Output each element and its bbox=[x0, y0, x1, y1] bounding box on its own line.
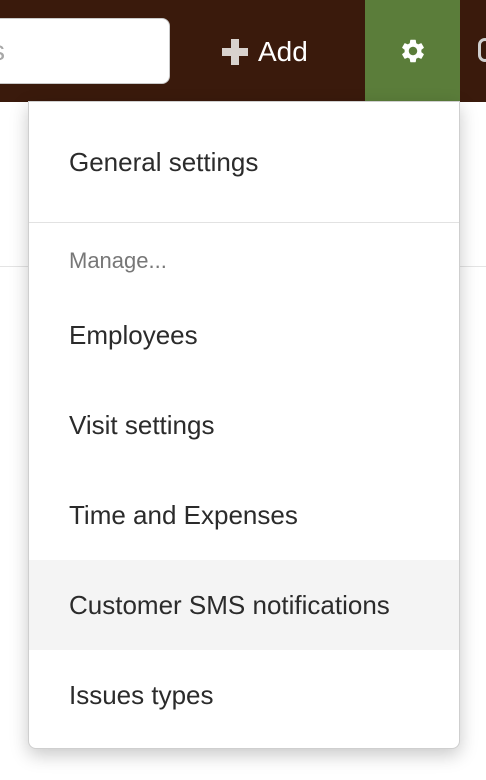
settings-dropdown-menu: General settings Manage... Employees Vis… bbox=[28, 101, 460, 749]
menu-divider bbox=[29, 222, 459, 223]
gear-icon bbox=[401, 39, 424, 63]
add-button[interactable]: Add bbox=[222, 26, 308, 78]
plus-icon bbox=[222, 39, 248, 65]
overflow-icon[interactable] bbox=[478, 38, 486, 62]
menu-item-customer-sms-notifications[interactable]: Customer SMS notifications bbox=[29, 560, 459, 650]
menu-item-general-settings[interactable]: General settings bbox=[29, 102, 459, 222]
top-navigation-bar: Add bbox=[0, 0, 486, 102]
menu-item-label: Issues types bbox=[69, 679, 214, 710]
menu-item-time-and-expenses[interactable]: Time and Expenses bbox=[29, 470, 459, 560]
menu-item-label: Visit settings bbox=[69, 409, 215, 440]
menu-item-employees[interactable]: Employees bbox=[29, 290, 459, 380]
menu-item-label: Employees bbox=[69, 319, 198, 350]
search-input[interactable] bbox=[0, 18, 170, 84]
menu-item-visit-settings[interactable]: Visit settings bbox=[29, 380, 459, 470]
menu-item-label: General settings bbox=[69, 146, 259, 177]
menu-item-label: Customer SMS notifications bbox=[69, 589, 390, 620]
add-button-label: Add bbox=[258, 36, 308, 67]
settings-button[interactable] bbox=[365, 0, 460, 102]
menu-item-issues-types[interactable]: Issues types bbox=[29, 650, 459, 740]
menu-item-label: Time and Expenses bbox=[69, 499, 298, 530]
manage-section-header: Manage... bbox=[69, 248, 167, 273]
